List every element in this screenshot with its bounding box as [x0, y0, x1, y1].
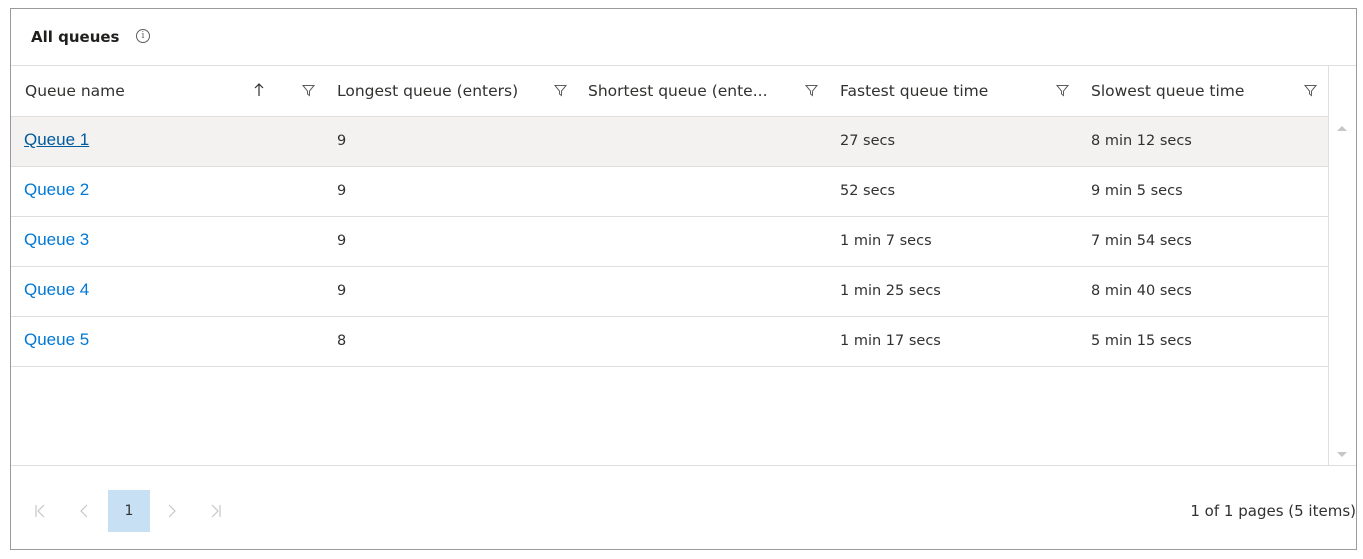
longest-queue-cell: 8 — [337, 333, 347, 349]
next-page-icon — [168, 504, 176, 518]
longest-queue-cell: 9 — [337, 283, 347, 299]
queue-name-link[interactable]: Queue 5 — [24, 330, 89, 350]
longest-queue-cell: 9 — [337, 183, 347, 199]
sort-ascending-icon[interactable] — [252, 82, 266, 98]
column-label: Longest queue (enters) — [337, 82, 519, 100]
scroll-down-arrow-icon[interactable] — [1337, 452, 1347, 457]
fastest-queue-time-cell: 52 secs — [840, 183, 896, 199]
previous-page-icon — [80, 504, 88, 518]
column-label: Shortest queue (ente... — [588, 82, 768, 100]
queue-name-link[interactable]: Queue 1 — [24, 130, 89, 150]
longest-queue-cell: 9 — [337, 133, 347, 149]
queue-name-link[interactable]: Queue 3 — [24, 230, 89, 250]
info-icon[interactable]: i — [136, 29, 150, 43]
fastest-queue-time-cell: 27 secs — [840, 133, 896, 149]
filter-icon[interactable] — [1304, 84, 1317, 97]
column-label: Fastest queue time — [840, 82, 989, 100]
table-row[interactable]: Queue 4 9 1 min 25 secs 8 min 40 secs — [11, 267, 1328, 317]
page-summary: 1 of 1 pages (5 items) — [1190, 502, 1356, 520]
scroll-up-arrow-icon[interactable] — [1337, 126, 1347, 131]
filter-icon[interactable] — [1056, 84, 1069, 97]
previous-page-button[interactable] — [63, 490, 105, 532]
fastest-queue-time-cell: 1 min 17 secs — [840, 333, 941, 349]
filter-icon[interactable] — [554, 84, 567, 97]
column-header-fastest-queue-time[interactable]: Fastest queue time — [829, 66, 1080, 116]
fastest-queue-time-cell: 1 min 7 secs — [840, 233, 932, 249]
all-queues-panel: All queues i Queue name Longest queue (e… — [10, 8, 1357, 550]
page-number-button[interactable]: 1 — [108, 490, 150, 532]
first-page-icon — [35, 504, 45, 518]
column-header-queue-name[interactable]: Queue name — [11, 66, 326, 116]
longest-queue-cell: 9 — [337, 233, 347, 249]
last-page-button[interactable] — [195, 490, 237, 532]
slowest-queue-time-cell: 7 min 54 secs — [1091, 233, 1192, 249]
table-row[interactable]: Queue 3 9 1 min 7 secs 7 min 54 secs — [11, 217, 1328, 267]
first-page-button[interactable] — [19, 490, 61, 532]
slowest-queue-time-cell: 5 min 15 secs — [1091, 333, 1192, 349]
slowest-queue-time-cell: 8 min 12 secs — [1091, 133, 1192, 149]
filter-icon[interactable] — [302, 84, 315, 97]
column-header-longest-queue[interactable]: Longest queue (enters) — [326, 66, 577, 116]
grid-header: Queue name Longest queue (enters) Shorte… — [11, 66, 1328, 117]
table-row[interactable]: Queue 5 8 1 min 17 secs 5 min 15 secs — [11, 317, 1328, 367]
table-row[interactable]: Queue 2 9 52 secs 9 min 5 secs — [11, 167, 1328, 217]
panel-header: All queues i — [11, 9, 1356, 66]
fastest-queue-time-cell: 1 min 25 secs — [840, 283, 941, 299]
last-page-icon — [211, 504, 221, 518]
table-row[interactable]: Queue 1 9 27 secs 8 min 12 secs — [11, 117, 1328, 167]
slowest-queue-time-cell: 9 min 5 secs — [1091, 183, 1183, 199]
vertical-scrollbar[interactable] — [1328, 66, 1356, 465]
column-label: Slowest queue time — [1091, 82, 1245, 100]
pagination-bar: 1 1 of 1 pages (5 items) — [11, 465, 1356, 550]
next-page-button[interactable] — [151, 490, 193, 532]
column-header-slowest-queue-time[interactable]: Slowest queue time — [1080, 66, 1328, 116]
column-header-shortest-queue[interactable]: Shortest queue (ente... — [577, 66, 829, 116]
slowest-queue-time-cell: 8 min 40 secs — [1091, 283, 1192, 299]
filter-icon[interactable] — [805, 84, 818, 97]
queue-name-link[interactable]: Queue 4 — [24, 280, 89, 300]
panel-title: All queues — [31, 28, 120, 46]
column-label: Queue name — [25, 82, 125, 100]
queue-name-link[interactable]: Queue 2 — [24, 180, 89, 200]
